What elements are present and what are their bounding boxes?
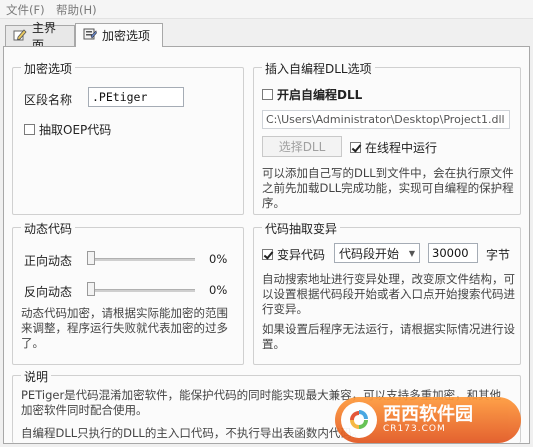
mutate-code-option[interactable]: 变异代码 xyxy=(262,246,325,263)
reverse-dynamic-label: 反向动态 xyxy=(24,285,73,299)
notes-title: 说明 xyxy=(21,368,52,385)
dll-description: 可以添加自己写的DLL到文件中，会在执行原文件之前先加载DLL完成功能，实现可自… xyxy=(262,166,514,210)
extract-oep-label: 抽取OEP代码 xyxy=(39,123,112,137)
forward-dynamic-value: 0% xyxy=(209,252,228,266)
edit-icon xyxy=(13,28,27,45)
run-in-thread-checkbox[interactable] xyxy=(350,142,361,153)
encrypt-options-group: 加密选项 区段名称 .PEtiger 抽取OEP代码 xyxy=(12,60,244,215)
tab-strip: 主界面 加密选项 xyxy=(0,21,533,52)
encrypt-options-panel: 加密选项 区段名称 .PEtiger 抽取OEP代码 插入自编程DLL选项 开启… xyxy=(3,46,530,444)
menu-help[interactable]: 帮助(H) xyxy=(56,2,97,18)
code-mutation-group: 代码抽取变异 变异代码 代码段开始 ▼ 30000 字节 自动搜索地址进行变异处… xyxy=(253,220,521,365)
extract-oep-checkbox[interactable] xyxy=(24,124,35,135)
dll-path-input[interactable]: C:\Users\Administrator\Desktop\Project1.… xyxy=(262,110,510,129)
watermark-logo-icon xyxy=(341,402,377,438)
extract-oep-option[interactable]: 抽取OEP代码 xyxy=(24,121,111,138)
mutation-start-select[interactable]: 代码段开始 ▼ xyxy=(334,243,420,263)
section-name-input[interactable]: .PEtiger xyxy=(88,87,184,107)
run-in-thread-label: 在线程中运行 xyxy=(365,141,438,155)
byte-unit-label: 字节 xyxy=(486,248,511,262)
reverse-dynamic-slider[interactable] xyxy=(87,282,95,296)
menu-bar: 文件(F) 帮助(H) xyxy=(0,0,533,19)
forward-dynamic-track xyxy=(87,258,195,261)
reverse-dynamic-track xyxy=(87,289,195,292)
code-mutation-title: 代码抽取变异 xyxy=(262,220,341,237)
dll-options-group: 插入自编程DLL选项 开启自编程DLL C:\Users\Administrat… xyxy=(253,60,521,215)
dynamic-code-group: 动态代码 正向动态 0% 反向动态 0% 动态代码加密，请根据实际能加密的范围来… xyxy=(12,220,244,365)
encrypt-options-title: 加密选项 xyxy=(21,60,76,77)
enable-dll-checkbox[interactable] xyxy=(262,89,273,100)
enable-dll-label: 开启自编程DLL xyxy=(277,88,363,102)
forward-dynamic-label: 正向动态 xyxy=(24,254,73,268)
byte-count-input[interactable]: 30000 xyxy=(428,243,478,263)
mutate-code-label: 变异代码 xyxy=(277,248,326,262)
watermark-text: 西西软件园 xyxy=(383,404,473,425)
tab-main[interactable]: 主界面 xyxy=(5,21,75,52)
settings-icon xyxy=(83,27,97,44)
mutation-start-value: 代码段开始 xyxy=(339,246,400,261)
mutate-code-checkbox[interactable] xyxy=(262,249,273,260)
dll-options-title: 插入自编程DLL选项 xyxy=(262,60,375,77)
run-in-thread-option[interactable]: 在线程中运行 xyxy=(350,139,437,156)
forward-dynamic-slider[interactable] xyxy=(87,251,95,265)
watermark-subtext: CR173.COM xyxy=(383,424,446,434)
choose-dll-button[interactable]: 选择DLL xyxy=(262,136,342,157)
dynamic-code-title: 动态代码 xyxy=(21,220,76,237)
menu-file[interactable]: 文件(F) xyxy=(6,2,45,18)
mutation-description-1: 自动搜索地址进行变异处理，改变原文件结构，可以设置根据代码段开始或者入口点开始搜… xyxy=(262,272,515,316)
site-watermark: 西西软件园 CR173.COM xyxy=(335,397,521,443)
tab-encrypt-label: 加密选项 xyxy=(102,29,151,43)
enable-dll-option[interactable]: 开启自编程DLL xyxy=(262,86,362,103)
mutation-description-2: 如果设置后程序无法运行，请根据实际情况进行设置。 xyxy=(262,322,515,351)
chevron-down-icon: ▼ xyxy=(408,248,415,258)
section-name-label: 区段名称 xyxy=(24,93,73,107)
reverse-dynamic-value: 0% xyxy=(209,283,228,297)
dynamic-code-description: 动态代码加密，请根据实际能加密的范围来调整，程序运行失败就代表加密的过多了。 xyxy=(21,306,228,350)
tab-encrypt-options[interactable]: 加密选项 xyxy=(75,23,163,47)
